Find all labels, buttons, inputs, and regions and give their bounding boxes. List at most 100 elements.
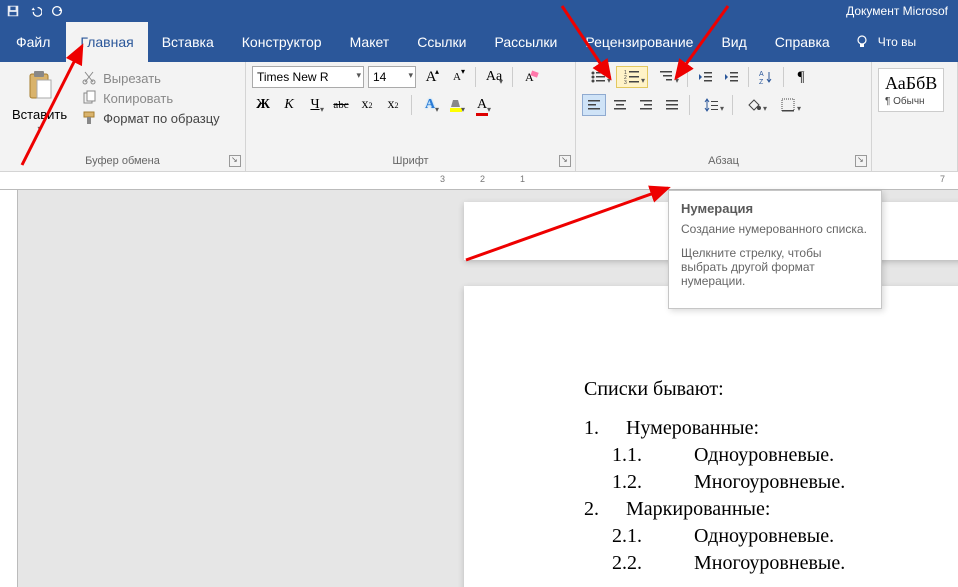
multilevel-list-button[interactable]: [650, 66, 682, 88]
tab-layout[interactable]: Макет: [336, 22, 404, 62]
justify-icon: [664, 97, 680, 113]
align-center-button[interactable]: [608, 94, 632, 116]
group-clipboard: Вставить ▾ Вырезать Копировать Формат по…: [0, 62, 246, 171]
group-label-clipboard: Буфер обмена: [0, 153, 245, 171]
eraser-icon: A: [523, 69, 539, 85]
font-name-combo[interactable]: Times New R▾: [252, 66, 364, 88]
line-spacing-icon: [703, 97, 719, 113]
ribbon: Вставить ▾ Вырезать Копировать Формат по…: [0, 62, 958, 172]
cut-button[interactable]: Вырезать: [81, 70, 220, 86]
copy-icon: [81, 90, 97, 106]
group-label-font: Шрифт: [246, 153, 575, 171]
cut-label: Вырезать: [103, 71, 161, 86]
numbering-button[interactable]: 123: [616, 66, 648, 88]
document-title: Документ Microsof: [846, 4, 952, 18]
tooltip-line1: Создание нумерованного списка.: [681, 222, 869, 236]
title-bar: Документ Microsof: [0, 0, 958, 22]
tab-file[interactable]: Файл: [0, 22, 66, 62]
highlighter-icon: [448, 97, 464, 113]
align-left-icon: [586, 97, 602, 113]
clipboard-dialog-launcher[interactable]: [229, 155, 241, 167]
highlight-button[interactable]: [445, 94, 467, 116]
tab-references[interactable]: Ссылки: [403, 22, 480, 62]
copy-button[interactable]: Копировать: [81, 90, 220, 106]
paste-label[interactable]: Вставить: [12, 107, 67, 122]
line-spacing-button[interactable]: [695, 94, 727, 116]
group-paragraph: 123 AZ: [576, 62, 872, 171]
format-painter-button[interactable]: Формат по образцу: [81, 110, 220, 126]
document-page[interactable]: Списки бывают: 1.Нумерованные: 1.1.Одноу…: [464, 286, 958, 587]
bullets-button[interactable]: [582, 66, 614, 88]
clear-formatting-button[interactable]: A: [520, 66, 542, 88]
format-painter-label: Формат по образцу: [103, 111, 220, 126]
shrink-font-button[interactable]: A▾: [446, 66, 468, 88]
indent-icon: [723, 69, 739, 85]
group-styles: АаБбВ ¶ Обычн: [872, 62, 958, 171]
text-effects-button[interactable]: A: [419, 94, 441, 116]
font-color-button[interactable]: A: [471, 94, 493, 116]
group-font: Times New R▾ 14▾ A▴ A▾ Aa A Ж К: [246, 62, 576, 171]
svg-text:A: A: [759, 71, 764, 78]
align-center-icon: [612, 97, 628, 113]
multilevel-icon: [658, 69, 674, 85]
undo-icon[interactable]: [28, 4, 42, 18]
tell-me-area[interactable]: Что вы: [844, 22, 926, 62]
vertical-ruler[interactable]: [0, 190, 18, 587]
tab-home[interactable]: Главная: [66, 22, 147, 62]
style-normal[interactable]: АаБбВ ¶ Обычн: [878, 68, 944, 112]
bullets-icon: [590, 69, 606, 85]
underline-button[interactable]: Ч: [304, 94, 326, 116]
subscript-button[interactable]: x2: [356, 94, 378, 116]
tab-review[interactable]: Рецензирование: [571, 22, 707, 62]
paintbrush-icon: [81, 110, 97, 126]
svg-text:Z: Z: [759, 79, 764, 85]
tooltip-line2: Щелкните стрелку, чтобы выбрать другой ф…: [681, 246, 869, 288]
borders-button[interactable]: [772, 94, 804, 116]
decrease-indent-button[interactable]: [693, 66, 717, 88]
italic-button[interactable]: К: [278, 94, 300, 116]
increase-indent-button[interactable]: [719, 66, 743, 88]
change-case-button[interactable]: Aa: [483, 66, 505, 88]
tab-mailings[interactable]: Рассылки: [481, 22, 572, 62]
copy-label: Копировать: [103, 91, 173, 106]
tab-help[interactable]: Справка: [761, 22, 844, 62]
style-name: ¶ Обычн: [885, 96, 937, 107]
align-right-button[interactable]: [634, 94, 658, 116]
numbering-icon: 123: [624, 69, 640, 85]
tab-view[interactable]: Вид: [707, 22, 760, 62]
save-icon[interactable]: [6, 4, 20, 18]
align-left-button[interactable]: [582, 94, 606, 116]
paste-dropdown-icon[interactable]: ▾: [38, 124, 42, 133]
paste-icon[interactable]: [26, 70, 54, 105]
tab-insert[interactable]: Вставка: [148, 22, 228, 62]
tell-me-label: Что вы: [878, 35, 916, 49]
horizontal-ruler[interactable]: 3 2 1 7: [0, 172, 958, 190]
outdent-icon: [697, 69, 713, 85]
ribbon-tabs: Файл Главная Вставка Конструктор Макет С…: [0, 22, 958, 62]
font-dialog-launcher[interactable]: [559, 155, 571, 167]
quick-access-toolbar: [6, 4, 64, 18]
sort-icon: AZ: [758, 69, 774, 85]
sort-button[interactable]: AZ: [754, 66, 778, 88]
style-preview: АаБбВ: [885, 73, 937, 94]
scissors-icon: [81, 70, 97, 86]
document-content[interactable]: Списки бывают: 1.Нумерованные: 1.1.Одноу…: [584, 376, 958, 577]
align-right-icon: [638, 97, 654, 113]
doc-heading: Списки бывают:: [584, 376, 958, 403]
redo-icon[interactable]: [50, 4, 64, 18]
show-marks-button[interactable]: ¶: [789, 66, 813, 88]
paragraph-dialog-launcher[interactable]: [855, 155, 867, 167]
strikethrough-button[interactable]: abc: [330, 94, 352, 116]
font-size-value: 14: [373, 70, 386, 84]
grow-font-button[interactable]: A▴: [420, 66, 442, 88]
bold-button[interactable]: Ж: [252, 94, 274, 116]
font-name-value: Times New R: [257, 70, 329, 84]
numbering-tooltip: Нумерация Создание нумерованного списка.…: [668, 190, 882, 309]
superscript-button[interactable]: x2: [382, 94, 404, 116]
font-size-combo[interactable]: 14▾: [368, 66, 416, 88]
tab-design[interactable]: Конструктор: [228, 22, 336, 62]
lightbulb-icon: [854, 34, 870, 50]
align-justify-button[interactable]: [660, 94, 684, 116]
borders-icon: [780, 97, 796, 113]
shading-button[interactable]: [738, 94, 770, 116]
